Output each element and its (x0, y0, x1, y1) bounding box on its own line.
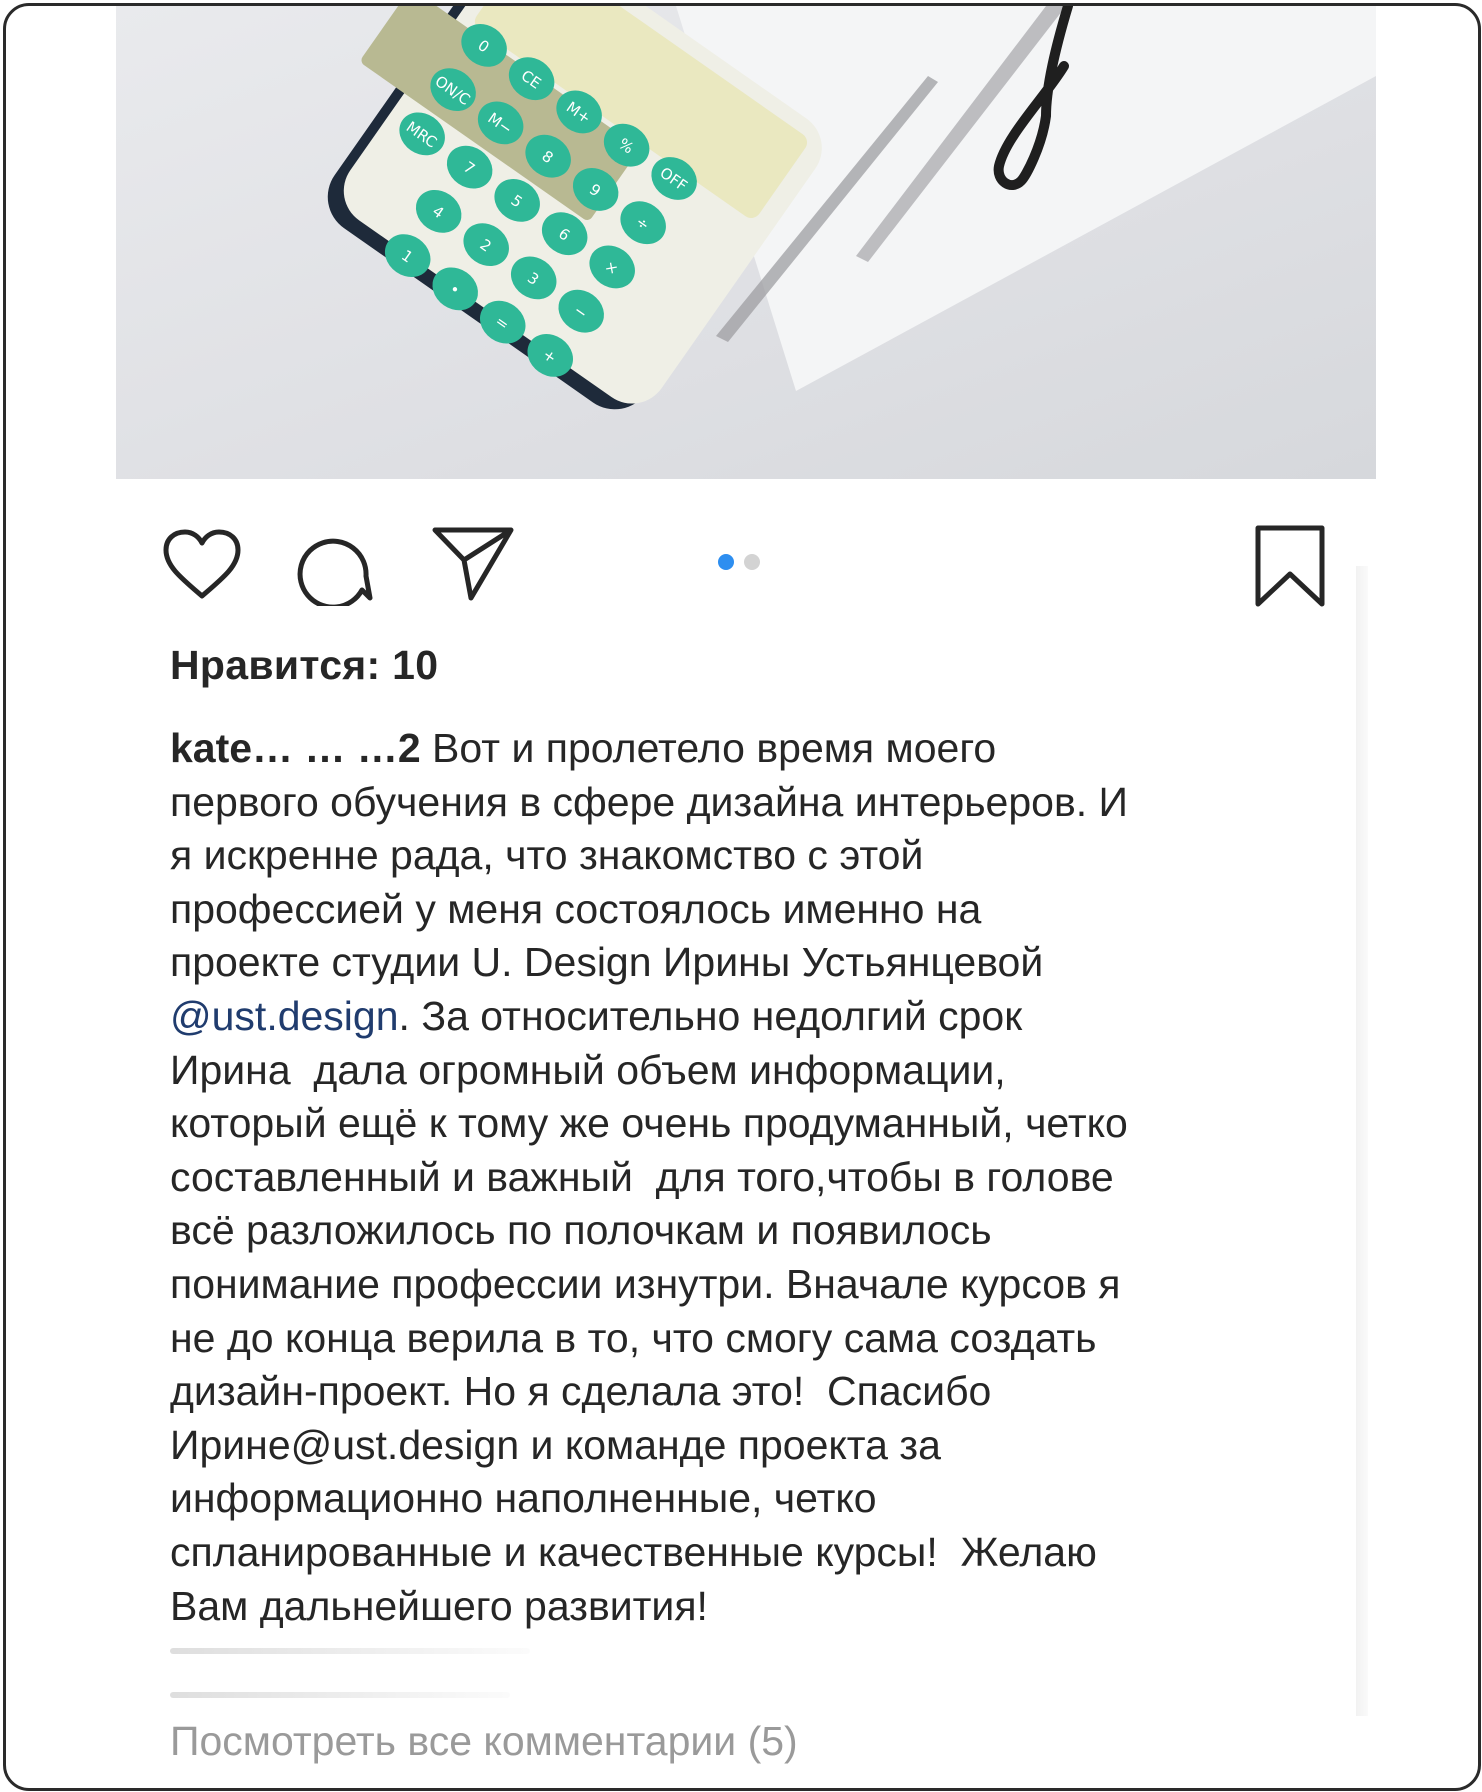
post-actions-bar (6, 506, 1478, 616)
caption-line: дизайн-проект. Но я сделала это! Спасибо (170, 1368, 992, 1415)
caption-line: первого обучения в сфере дизайна интерье… (170, 778, 1128, 825)
caption-line: профессией у меня состоялось именно на (170, 885, 982, 932)
caption-line: всё разложилось по полочкам и появилось (170, 1207, 992, 1254)
post-caption: kate… … …2 Вот и пролетело время моего п… (170, 722, 1370, 1633)
caption-line: информационно наполненные, четко (170, 1475, 877, 1522)
carousel-dot[interactable] (744, 554, 760, 570)
caption-line: спланированные и качественные курсы! Жел… (170, 1528, 1097, 1575)
caption-line: не до конца верила в то, что смогу сама … (170, 1314, 1097, 1361)
caption-line: Ирина дала огромный объем информации, (170, 1046, 1006, 1093)
comment-bubble-icon[interactable] (296, 526, 376, 606)
caption-line: Вам дальнейшего развития! (170, 1582, 708, 1629)
obscured-text (170, 1648, 530, 1654)
view-all-comments-link[interactable]: Посмотреть все комментарии (5) (170, 1718, 798, 1765)
heart-outline-icon[interactable] (161, 528, 243, 602)
caption-line: проекте студии U. Design Ирины Устьянцев… (170, 939, 1044, 986)
post-frame: OFF ÷ × − +% 9 6 3 = M+ 8 5 2 • CE M− 7 4 1 0 ON/C MRC Нравит… (3, 3, 1481, 1791)
mention-link[interactable]: @ust.design (170, 993, 399, 1039)
calculator-photo: OFF÷×−+%963=M+852•CEM−7410ON/CMRC (327, 6, 1376, 410)
post-image[interactable]: OFF ÷ × − +% 9 6 3 = M+ 8 5 2 • CE M− 7 4 1 0 ON/C MRC (116, 6, 1376, 479)
bookmark-outline-icon[interactable] (1254, 524, 1326, 608)
caption-line: @ust.design. За относительно недолгий ср… (170, 992, 1023, 1039)
obscured-text (170, 1692, 510, 1698)
paper-plane-icon[interactable] (431, 526, 515, 602)
carousel-dot-active[interactable] (718, 554, 734, 570)
caption-line: который ещё к тому же очень продуманный,… (170, 1100, 1128, 1147)
caption-line: kate… … …2 Вот и пролетело время моего (170, 725, 997, 771)
caption-line: составленный и важный для того,чтобы в г… (170, 1153, 1114, 1200)
caption-username[interactable]: kate… … …2 (170, 725, 421, 771)
caption-line: я искренне рада, что знакомство с этой (170, 832, 924, 879)
caption-line: понимание профессии изнутри. Вначале кур… (170, 1260, 1121, 1307)
likes-count[interactable]: Нравится: 10 (170, 642, 438, 689)
caption-line: Ирине@ust.design и команде проекта за (170, 1421, 941, 1468)
